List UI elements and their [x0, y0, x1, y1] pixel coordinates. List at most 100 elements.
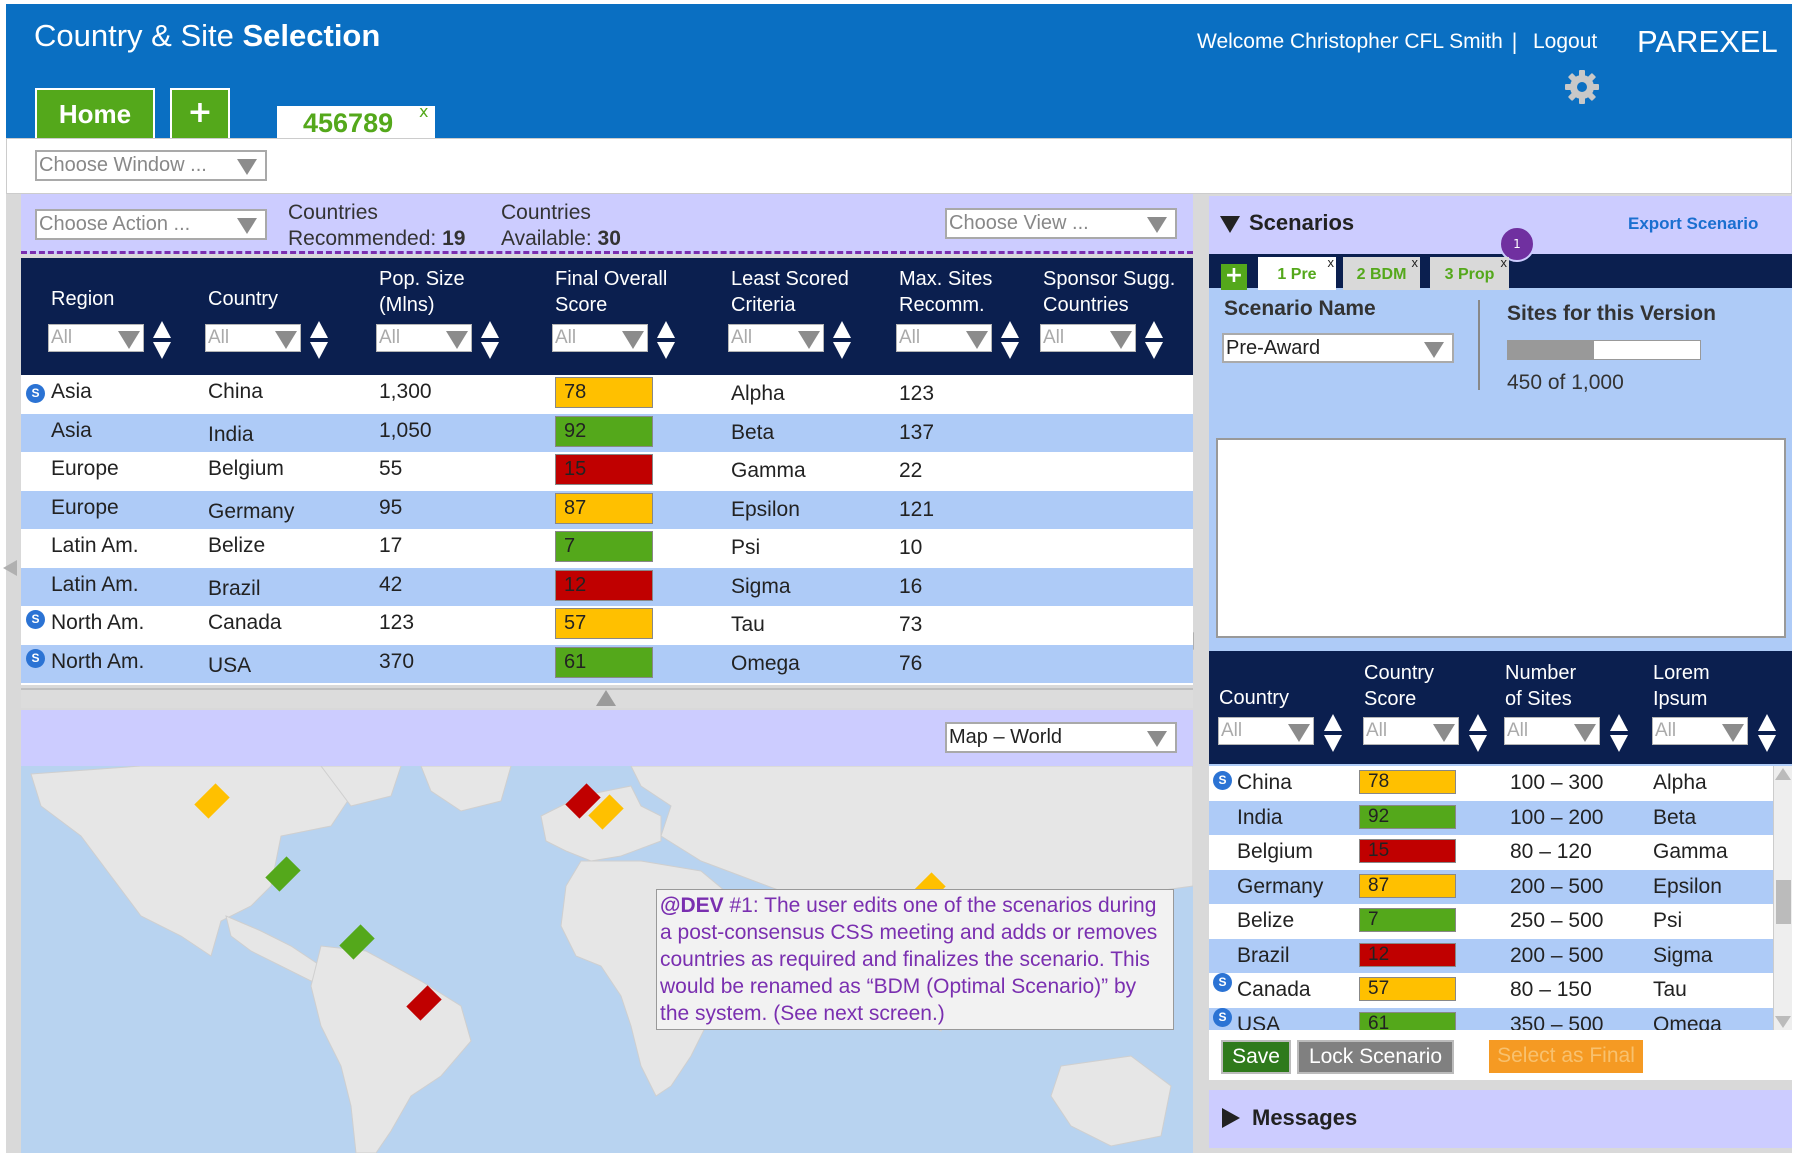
table-row[interactable]: S Asia China 1,300 78 Alpha 123: [21, 375, 1193, 413]
dev-note-text: #1: The user edits one of the scenarios …: [660, 894, 1158, 1025]
column-filter-dropdown[interactable]: All: [1652, 717, 1748, 745]
cell-country: Canada: [208, 611, 282, 634]
sort-icon[interactable]: [657, 321, 675, 361]
column-filter-dropdown[interactable]: All: [48, 324, 144, 352]
sort-icon[interactable]: [1145, 321, 1163, 361]
sort-icon[interactable]: [1001, 321, 1019, 361]
table-row[interactable]: Europe Germany 95 87 Epsilon 121: [21, 491, 1193, 529]
table-row[interactable]: Brazil 12 200 – 500 Sigma: [1209, 939, 1773, 974]
scenario-notes-area[interactable]: [1216, 438, 1786, 638]
lock-scenario-button[interactable]: Lock Scenario: [1297, 1040, 1454, 1074]
collapse-left-icon[interactable]: [3, 560, 17, 576]
cell-score: 61: [555, 647, 653, 678]
filter-value: All: [1655, 720, 1677, 741]
scenario-name-dropdown[interactable]: Pre-Award: [1222, 333, 1454, 363]
collapse-scenarios-icon[interactable]: [1220, 216, 1240, 233]
column-filter-dropdown[interactable]: All: [205, 324, 301, 352]
messages-title[interactable]: Messages: [1252, 1105, 1357, 1131]
select-as-final-button[interactable]: Select as Final: [1489, 1040, 1643, 1073]
sort-icon[interactable]: [481, 321, 499, 361]
sites-progress-bar: [1507, 340, 1701, 360]
column-header-label: Score: [1364, 688, 1417, 710]
table-row[interactable]: S China 78 100 – 300 Alpha: [1209, 766, 1773, 801]
cell-criteria: Epsilon: [731, 498, 800, 521]
column-filter-dropdown[interactable]: All: [1504, 717, 1600, 745]
choose-action-dropdown[interactable]: Choose Action ...: [35, 209, 267, 240]
cell-score: 78: [1359, 770, 1456, 794]
column-filter-dropdown[interactable]: All: [728, 324, 824, 352]
cell-max-sites: 137: [899, 421, 935, 444]
column-filter-dropdown[interactable]: All: [1218, 717, 1314, 745]
scenario-tab-1[interactable]: 1 Pre x: [1258, 255, 1336, 290]
column-header-label: Score: [555, 294, 608, 316]
cell-country: Belize: [208, 534, 266, 557]
sort-icon[interactable]: [1469, 714, 1487, 754]
column-filter-dropdown[interactable]: All: [376, 324, 472, 352]
cell-country: China: [1237, 771, 1292, 794]
table-row[interactable]: S Canada 57 80 – 150 Tau: [1209, 973, 1773, 1008]
close-scenario-icon[interactable]: x: [1412, 245, 1419, 281]
save-button[interactable]: Save: [1221, 1040, 1291, 1074]
sort-icon[interactable]: [1610, 714, 1628, 754]
map-view-dropdown[interactable]: Map – World: [945, 722, 1177, 753]
expand-messages-icon[interactable]: [1222, 1108, 1240, 1128]
table-row[interactable]: S North Am. USA 370 61 Omega 76: [21, 645, 1193, 683]
scroll-down-icon[interactable]: [1775, 1016, 1791, 1028]
gear-icon[interactable]: [1563, 68, 1601, 106]
table-row[interactable]: Belize 7 250 – 500 Psi: [1209, 904, 1773, 939]
column-filter-dropdown[interactable]: All: [896, 324, 992, 352]
choose-window-dropdown[interactable]: Choose Window ...: [35, 150, 267, 181]
cell-lorem: Epsilon: [1653, 875, 1722, 898]
column-filter-dropdown[interactable]: All: [1363, 717, 1459, 745]
add-scenario-button[interactable]: +: [1221, 264, 1247, 290]
sponsor-badge: S: [1213, 973, 1232, 992]
sort-icon[interactable]: [310, 321, 328, 361]
tab-project[interactable]: 456789 x: [277, 102, 435, 140]
cell-pop-size: 370: [379, 650, 415, 673]
table-row[interactable]: Latin Am. Brazil 42 12 Sigma 16: [21, 568, 1193, 606]
export-scenario-link[interactable]: Export Scenario: [1628, 214, 1758, 234]
column-filter-dropdown[interactable]: All: [552, 324, 648, 352]
table-row[interactable]: India 92 100 – 200 Beta: [1209, 801, 1773, 836]
sort-icon[interactable]: [1324, 714, 1342, 754]
logout-link[interactable]: Logout: [1533, 30, 1597, 54]
add-tab-button[interactable]: +: [170, 88, 230, 138]
table-row[interactable]: Asia India 1,050 92 Beta 137: [21, 414, 1193, 452]
cell-region: Europe: [51, 496, 119, 519]
page-title: Country & Site Selection: [34, 18, 381, 53]
cell-country: India: [1237, 806, 1283, 829]
filter-value: All: [899, 327, 921, 348]
cell-max-sites: 123: [899, 382, 935, 405]
scenario-tab-2[interactable]: 2 BDM x: [1343, 255, 1420, 290]
sort-icon[interactable]: [833, 321, 851, 361]
panel-resize-up-icon[interactable]: [596, 690, 616, 706]
close-tab-icon[interactable]: x: [419, 102, 428, 121]
sort-icon[interactable]: [1758, 714, 1776, 754]
sort-icon[interactable]: [153, 321, 171, 361]
project-id-label: 456789: [303, 108, 394, 138]
column-header-label: Country: [1364, 662, 1435, 684]
choose-view-dropdown[interactable]: Choose View ...: [945, 208, 1177, 239]
table-row[interactable]: S USA 61 350 – 500 Omega: [1209, 1008, 1773, 1030]
scroll-thumb[interactable]: [1776, 880, 1791, 924]
scenario-name-label: Scenario Name: [1224, 297, 1376, 320]
table-row[interactable]: Latin Am. Belize 17 7 Psi 10: [21, 529, 1193, 567]
cell-score: 92: [555, 416, 653, 447]
scroll-up-icon[interactable]: [1775, 768, 1791, 780]
scenario-tab-3[interactable]: 3 Prop x: [1430, 255, 1509, 290]
column-header: Final Overall Score: [555, 266, 667, 318]
cell-region: Latin Am.: [51, 573, 139, 596]
column-filter-dropdown[interactable]: All: [1040, 324, 1136, 352]
cell-country: Belgium: [208, 457, 284, 480]
close-scenario-icon[interactable]: x: [1501, 245, 1508, 281]
table-row[interactable]: S North Am. Canada 123 57 Tau 73: [21, 606, 1193, 644]
tab-home[interactable]: Home: [35, 88, 155, 138]
close-scenario-icon[interactable]: x: [1328, 245, 1335, 281]
table-row[interactable]: Belgium 15 80 – 120 Gamma: [1209, 835, 1773, 870]
filter-value: All: [555, 327, 577, 348]
table-row[interactable]: Europe Belgium 55 15 Gamma 22: [21, 452, 1193, 490]
table-row[interactable]: Germany 87 200 – 500 Epsilon: [1209, 870, 1773, 905]
scenario-table-scrollbar[interactable]: [1773, 766, 1792, 1030]
filter-value: All: [208, 327, 230, 348]
column-header-label: Region: [51, 288, 115, 310]
